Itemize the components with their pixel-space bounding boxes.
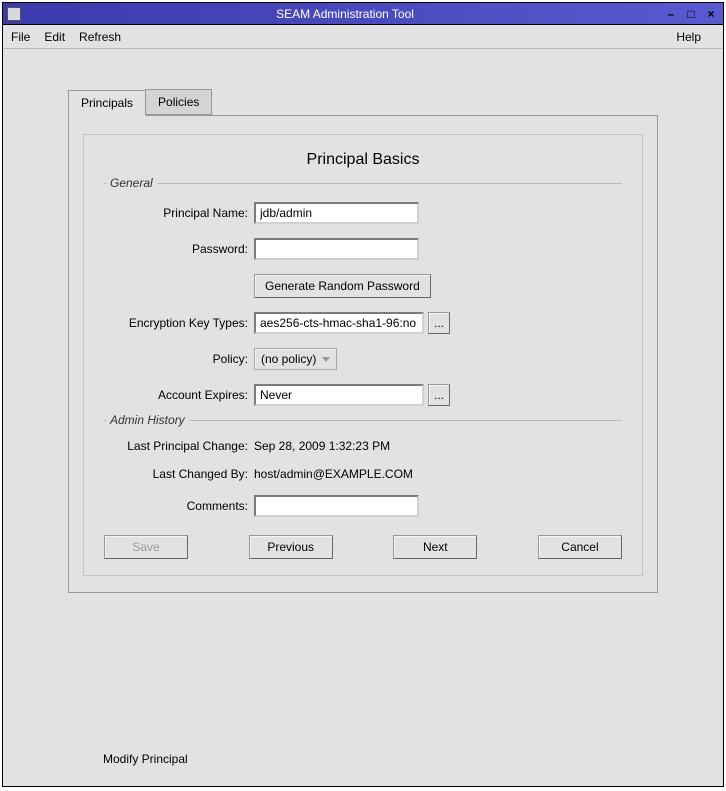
- generate-password-button[interactable]: Generate Random Password: [254, 274, 431, 298]
- tab-panel: Principal Basics General Principal Name:…: [68, 115, 658, 593]
- principal-basics-panel: Principal Basics General Principal Name:…: [83, 134, 643, 576]
- menu-help[interactable]: Help: [676, 30, 701, 44]
- tabs: Principals Policies: [68, 89, 658, 115]
- fieldset-admin-history: Admin History Last Principal Change: Sep…: [104, 420, 622, 517]
- password-field[interactable]: [254, 238, 419, 260]
- principal-name-field[interactable]: [254, 202, 419, 224]
- minimize-icon[interactable]: –: [663, 7, 679, 21]
- window-title: SEAM Administration Tool: [27, 7, 663, 21]
- previous-button[interactable]: Previous: [249, 535, 333, 559]
- label-comments: Comments:: [104, 499, 254, 513]
- tab-principals[interactable]: Principals: [68, 90, 146, 116]
- comments-field[interactable]: [254, 495, 419, 517]
- policy-value: (no policy): [261, 352, 316, 366]
- encryption-browse-button[interactable]: ...: [428, 312, 450, 334]
- menu-file[interactable]: File: [11, 30, 30, 44]
- menubar: File Edit Refresh Help: [3, 25, 723, 49]
- label-encryption: Encryption Key Types:: [104, 316, 254, 330]
- label-password: Password:: [104, 242, 254, 256]
- maximize-icon[interactable]: □: [683, 7, 699, 21]
- menu-edit[interactable]: Edit: [44, 30, 65, 44]
- status-text: Modify Principal: [103, 752, 188, 766]
- button-row: Save Previous Next Cancel: [104, 535, 622, 559]
- fieldset-general: General Principal Name: Password: Genera…: [104, 183, 622, 406]
- label-policy: Policy:: [104, 352, 254, 366]
- save-button[interactable]: Save: [104, 535, 188, 559]
- system-menu-icon[interactable]: [7, 7, 21, 21]
- label-account-expires: Account Expires:: [104, 388, 254, 402]
- encryption-types-field[interactable]: [254, 312, 424, 334]
- policy-dropdown[interactable]: (no policy): [254, 348, 337, 370]
- account-expires-field[interactable]: [254, 384, 424, 406]
- next-button[interactable]: Next: [393, 535, 477, 559]
- last-change-value: Sep 28, 2009 1:32:23 PM: [254, 439, 390, 453]
- close-icon[interactable]: ×: [703, 7, 719, 21]
- label-last-change: Last Principal Change:: [104, 439, 254, 453]
- chevron-down-icon: [322, 357, 330, 362]
- legend-general: General: [106, 176, 157, 190]
- tab-policies[interactable]: Policies: [145, 89, 212, 115]
- cancel-button[interactable]: Cancel: [538, 535, 622, 559]
- legend-admin-history: Admin History: [106, 413, 189, 427]
- panel-heading: Principal Basics: [104, 151, 622, 169]
- label-principal-name: Principal Name:: [104, 206, 254, 220]
- menu-refresh[interactable]: Refresh: [79, 30, 121, 44]
- account-expires-browse-button[interactable]: ...: [428, 384, 450, 406]
- last-changed-by-value: host/admin@EXAMPLE.COM: [254, 467, 413, 481]
- label-last-changed-by: Last Changed By:: [104, 467, 254, 481]
- titlebar: SEAM Administration Tool – □ ×: [3, 3, 723, 25]
